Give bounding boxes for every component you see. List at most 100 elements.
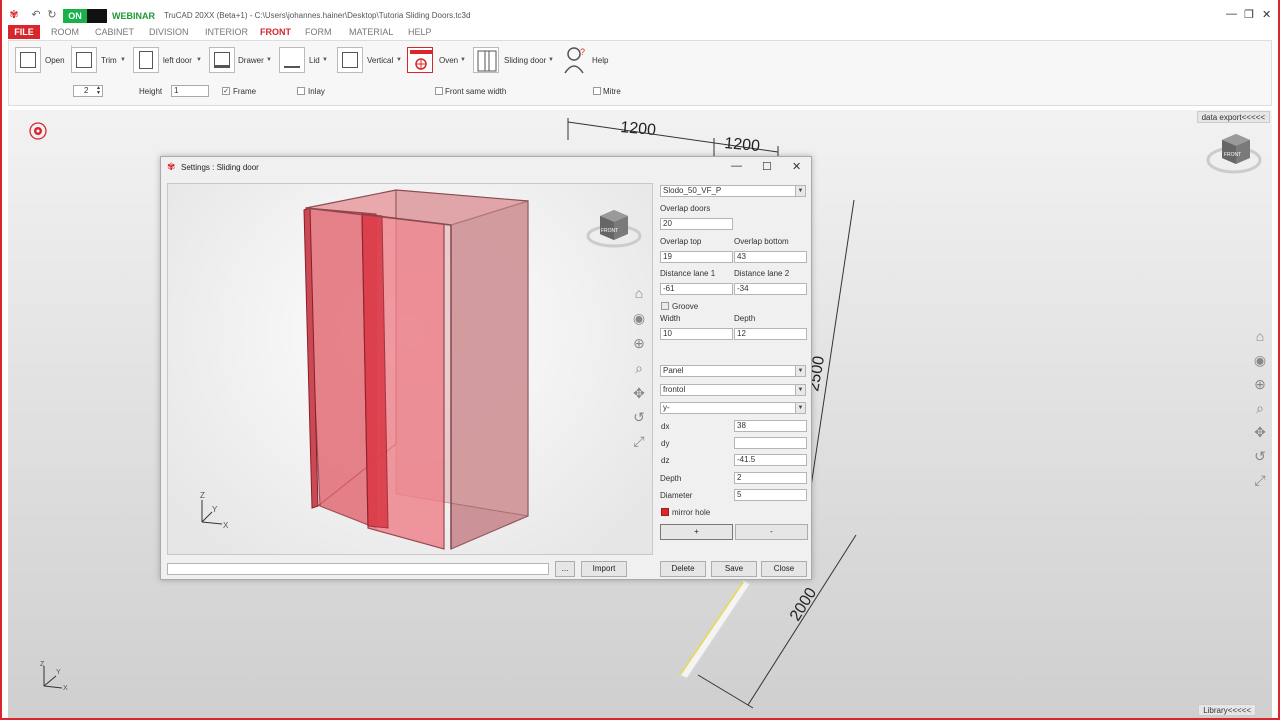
mirror-hole-checkbox[interactable] xyxy=(661,508,669,516)
zoom-window-icon[interactable]: ⊕ xyxy=(1252,376,1268,392)
oven-dropdown-icon[interactable]: ▼ xyxy=(460,57,466,63)
distance-lane2-input[interactable]: -34 xyxy=(734,283,807,295)
trim-button[interactable]: Trim xyxy=(101,56,117,65)
left-door-button[interactable]: left door xyxy=(163,56,192,65)
redo-icon[interactable]: ↻ xyxy=(46,9,58,21)
fit-all-icon[interactable]: ⤢ xyxy=(1252,472,1268,488)
preview-pan-icon[interactable]: ✥ xyxy=(630,384,648,402)
menu-interior[interactable]: INTERIOR xyxy=(205,27,248,37)
pan-icon[interactable]: ✥ xyxy=(1252,424,1268,440)
inlay-checkbox[interactable] xyxy=(297,87,305,95)
preview-zoom-icon[interactable]: ⌕ xyxy=(630,359,648,377)
mitre-checkbox[interactable] xyxy=(593,87,601,95)
groove-checkbox[interactable] xyxy=(661,302,669,310)
menu-form[interactable]: FORM xyxy=(305,27,332,37)
vertical-button-icon[interactable] xyxy=(337,47,363,73)
file-path-input[interactable] xyxy=(167,563,549,575)
drawer-dropdown-icon[interactable]: ▼ xyxy=(266,57,272,63)
stepper-arrows-icon[interactable]: ▲ ▼ xyxy=(96,86,101,96)
add-hole-button[interactable]: + xyxy=(660,524,733,540)
count-stepper[interactable]: 2 ▲ ▼ xyxy=(73,85,103,97)
menu-cabinet[interactable]: CABINET xyxy=(95,27,134,37)
rotate-icon[interactable]: ↺ xyxy=(1252,448,1268,464)
preview-eye-icon[interactable]: ◉ xyxy=(630,309,648,327)
chevron-down-icon[interactable]: ▼ xyxy=(795,385,805,395)
close-button[interactable]: Close xyxy=(761,561,807,577)
preview-viewport[interactable]: FRONT ⌂ ◉ ⊕ ⌕ ✥ ↺ ⤢ Z Y X xyxy=(167,183,653,555)
sliding-door-dropdown-icon[interactable]: ▼ xyxy=(548,57,554,63)
home-icon[interactable]: ⌂ xyxy=(1252,328,1268,344)
hardware-select[interactable]: frontol ▼ xyxy=(660,384,806,396)
chevron-down-icon[interactable]: ▼ xyxy=(795,403,805,413)
restore-icon[interactable]: ❐ xyxy=(1244,8,1254,21)
oven-button[interactable]: Oven xyxy=(439,56,458,65)
dialog-close-icon[interactable]: ✕ xyxy=(792,160,801,173)
preview-view-cube-icon[interactable]: FRONT xyxy=(584,206,644,256)
remove-hole-button[interactable]: - xyxy=(735,524,808,540)
minimize-icon[interactable]: — xyxy=(1226,8,1237,20)
import-button[interactable]: Import xyxy=(581,561,627,577)
panel-select[interactable]: Panel ▼ xyxy=(660,365,806,377)
chevron-down-icon[interactable]: ▼ xyxy=(795,366,805,376)
sliding-door-button-icon[interactable] xyxy=(473,47,499,73)
drawer-button[interactable]: Drawer xyxy=(238,56,264,65)
open-button[interactable]: Open xyxy=(45,56,65,65)
zoom-icon[interactable]: ⌕ xyxy=(1252,400,1268,416)
help-button[interactable]: Help xyxy=(592,56,608,65)
help-person-icon[interactable]: ? xyxy=(563,45,589,75)
menu-room[interactable]: ROOM xyxy=(51,27,79,37)
frame-checkbox[interactable]: ✓ xyxy=(222,87,230,95)
menu-file[interactable]: FILE xyxy=(8,25,40,39)
dialog-maximize-icon[interactable]: ☐ xyxy=(762,160,772,173)
diameter-input[interactable]: 5 xyxy=(734,489,807,501)
vertical-dropdown-icon[interactable]: ▼ xyxy=(396,57,402,63)
profile-select[interactable]: Slodo_50_VF_P ▼ xyxy=(660,185,806,197)
delete-button[interactable]: Delete xyxy=(660,561,706,577)
menu-division[interactable]: DIVISION xyxy=(149,27,189,37)
close-icon[interactable]: ✕ xyxy=(1262,8,1271,21)
groove-depth-input[interactable]: 12 xyxy=(734,328,807,340)
dimension-width-2: 1200 xyxy=(724,135,761,155)
chevron-down-icon[interactable]: ▼ xyxy=(795,186,805,196)
open-button-icon[interactable] xyxy=(15,47,41,73)
preview-rotate-icon[interactable]: ↺ xyxy=(630,408,648,426)
preview-fit-icon[interactable]: ⤢ xyxy=(630,432,648,450)
vertical-button[interactable]: Vertical xyxy=(367,56,393,65)
overlap-bottom-input[interactable]: 43 xyxy=(734,251,807,263)
dy-input[interactable] xyxy=(734,437,807,449)
on-badge-dark xyxy=(87,9,107,23)
oven-button-icon[interactable] xyxy=(407,47,433,73)
view-eye-icon[interactable]: ◉ xyxy=(1252,352,1268,368)
trim-button-icon[interactable] xyxy=(71,47,97,73)
lid-button-icon[interactable] xyxy=(279,47,305,73)
dx-input[interactable]: 38 xyxy=(734,420,807,432)
overlap-top-input[interactable]: 19 xyxy=(660,251,733,263)
axis-select[interactable]: y- ▼ xyxy=(660,402,806,414)
trim-dropdown-icon[interactable]: ▼ xyxy=(120,57,126,63)
height-input[interactable]: 1 xyxy=(171,85,209,97)
save-button[interactable]: Save xyxy=(711,561,757,577)
dz-input[interactable]: -41.5 xyxy=(734,454,807,466)
menu-material[interactable]: MATERIAL xyxy=(349,27,393,37)
lid-button[interactable]: Lid xyxy=(309,56,320,65)
undo-icon[interactable]: ↶ xyxy=(30,9,42,21)
left-door-dropdown-icon[interactable]: ▼ xyxy=(196,57,202,63)
distance-lane1-input[interactable]: -61 xyxy=(660,283,733,295)
view-cube-icon[interactable]: FRONT xyxy=(1204,126,1264,180)
menu-help[interactable]: HELP xyxy=(408,27,432,37)
drawer-button-icon[interactable] xyxy=(209,47,235,73)
lid-dropdown-icon[interactable]: ▼ xyxy=(322,57,328,63)
left-door-button-icon[interactable] xyxy=(133,47,159,73)
hole-depth-input[interactable]: 2 xyxy=(734,472,807,484)
preview-home-icon[interactable]: ⌂ xyxy=(630,284,648,302)
front-same-width-checkbox[interactable] xyxy=(435,87,443,95)
menu-front[interactable]: FRONT xyxy=(260,27,291,37)
groove-width-input[interactable]: 10 xyxy=(660,328,733,340)
depth-label: Depth xyxy=(734,314,756,323)
overlap-doors-input[interactable]: 20 xyxy=(660,218,733,230)
browse-button[interactable]: ... xyxy=(555,561,575,577)
sliding-door-button[interactable]: Sliding door xyxy=(504,56,546,65)
preview-zoom-window-icon[interactable]: ⊕ xyxy=(630,334,648,352)
dialog-minimize-icon[interactable]: — xyxy=(731,160,742,172)
app-logo-icon[interactable]: ✾ xyxy=(8,9,20,21)
